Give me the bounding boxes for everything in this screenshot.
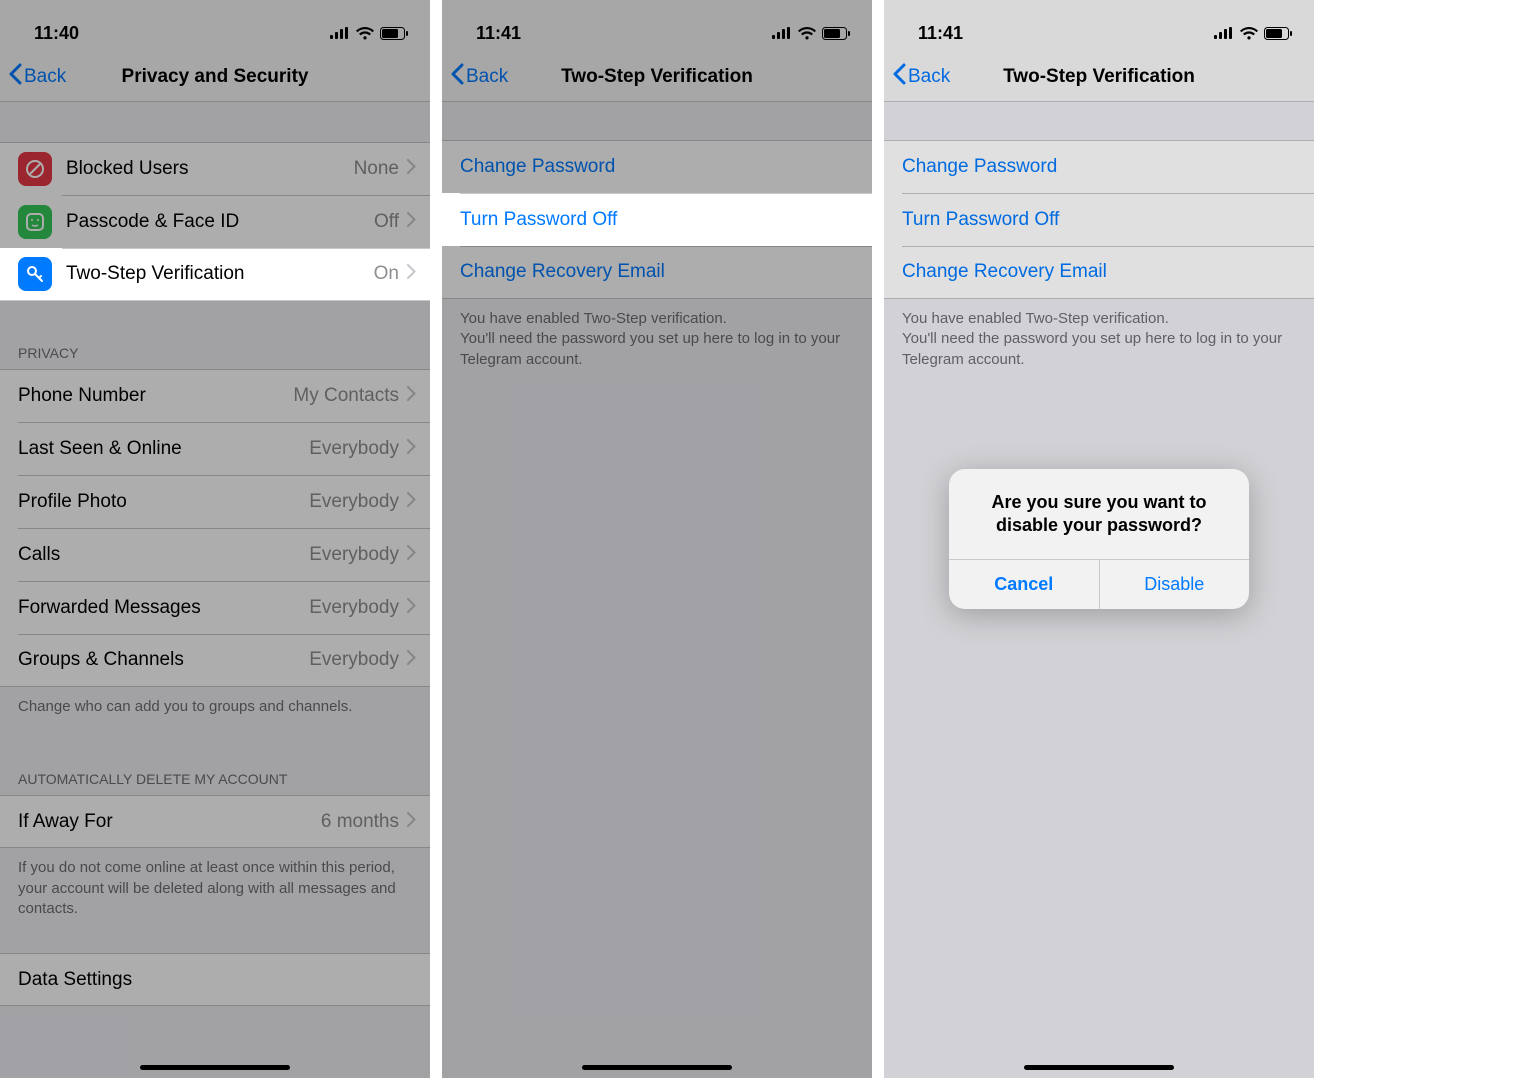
chevron-right-icon <box>407 812 416 832</box>
chevron-right-icon <box>407 264 416 284</box>
group-footer: You have enabled Two-Step verification. … <box>442 299 872 380</box>
cell-value: Everybody <box>309 544 399 566</box>
cellular-signal-icon <box>330 27 350 39</box>
profile-photo-row[interactable]: Profile Photo Everybody <box>0 475 430 528</box>
back-button[interactable]: Back <box>892 63 950 91</box>
status-time: 11:41 <box>918 23 963 44</box>
cell-value: On <box>374 263 399 285</box>
back-button[interactable]: Back <box>450 63 508 91</box>
group-footer: If you do not come online at least once … <box>0 848 430 929</box>
status-bar: 11:40 <box>0 0 430 52</box>
cell-label: Two-Step Verification <box>66 263 374 285</box>
cell-value: Everybody <box>309 649 399 671</box>
back-label: Back <box>466 66 508 88</box>
group-header-privacy: PRIVACY <box>0 337 430 369</box>
cellular-signal-icon <box>1214 27 1234 39</box>
key-icon <box>18 257 52 291</box>
cell-value: Everybody <box>309 597 399 619</box>
home-indicator[interactable] <box>1024 1065 1174 1070</box>
cell-label: Last Seen & Online <box>18 438 309 460</box>
cell-label: Passcode & Face ID <box>66 211 374 233</box>
battery-icon <box>1264 27 1292 40</box>
change-password-row[interactable]: Change Password <box>442 140 872 193</box>
forwarded-messages-row[interactable]: Forwarded Messages Everybody <box>0 581 430 634</box>
back-label: Back <box>24 66 66 88</box>
home-indicator[interactable] <box>582 1065 732 1070</box>
cell-value: Off <box>374 211 399 233</box>
cell-label: Groups & Channels <box>18 649 309 671</box>
status-time: 11:41 <box>476 23 521 44</box>
battery-icon <box>380 27 408 40</box>
turn-password-off-row[interactable]: Turn Password Off <box>884 193 1314 246</box>
cell-label: Change Password <box>460 156 858 178</box>
last-seen-row[interactable]: Last Seen & Online Everybody <box>0 422 430 475</box>
chevron-right-icon <box>407 598 416 618</box>
disable-button[interactable]: Disable <box>1099 560 1250 609</box>
chevron-right-icon <box>407 159 416 179</box>
cancel-button[interactable]: Cancel <box>949 560 1099 609</box>
change-recovery-email-row[interactable]: Change Recovery Email <box>442 246 872 299</box>
chevron-right-icon <box>407 650 416 670</box>
cell-label: Change Recovery Email <box>902 261 1300 283</box>
cellular-signal-icon <box>772 27 792 39</box>
status-time: 11:40 <box>34 23 79 44</box>
chevron-right-icon <box>407 492 416 512</box>
back-button[interactable]: Back <box>8 63 66 91</box>
cell-value: 6 months <box>321 811 399 833</box>
if-away-for-row[interactable]: If Away For 6 months <box>0 795 430 848</box>
cell-label: Turn Password Off <box>460 209 858 231</box>
cell-label: Change Recovery Email <box>460 261 858 283</box>
group-footer: Change who can add you to groups and cha… <box>0 687 430 727</box>
change-password-row[interactable]: Change Password <box>884 140 1314 193</box>
chevron-right-icon <box>407 386 416 406</box>
alert-message: Are you sure you want to disable your pa… <box>949 469 1249 560</box>
status-bar: 11:41 <box>442 0 872 52</box>
cell-label: Data Settings <box>18 969 416 991</box>
phone-number-row[interactable]: Phone Number My Contacts <box>0 369 430 422</box>
wifi-icon <box>1240 27 1258 40</box>
nav-bar: Back Two-Step Verification <box>884 52 1314 102</box>
wifi-icon <box>798 27 816 40</box>
chevron-right-icon <box>407 439 416 459</box>
chevron-right-icon <box>407 212 416 232</box>
calls-row[interactable]: Calls Everybody <box>0 528 430 581</box>
group-header-autodelete: AUTOMATICALLY DELETE MY ACCOUNT <box>0 763 430 795</box>
change-recovery-email-row[interactable]: Change Recovery Email <box>884 246 1314 299</box>
cell-value: Everybody <box>309 438 399 460</box>
confirm-dialog: Are you sure you want to disable your pa… <box>949 469 1249 610</box>
chevron-left-icon <box>892 63 906 91</box>
cell-label: Profile Photo <box>18 491 309 513</box>
chevron-left-icon <box>450 63 464 91</box>
blocked-users-row[interactable]: Blocked Users None <box>0 142 430 195</box>
back-label: Back <box>908 66 950 88</box>
cell-value: Everybody <box>309 491 399 513</box>
faceid-icon <box>18 205 52 239</box>
wifi-icon <box>356 27 374 40</box>
cell-label: Blocked Users <box>66 158 354 180</box>
cell-value: None <box>354 158 399 180</box>
turn-password-off-row[interactable]: Turn Password Off <box>442 193 872 246</box>
battery-icon <box>822 27 850 40</box>
nav-bar: Back Privacy and Security <box>0 52 430 102</box>
data-settings-row[interactable]: Data Settings <box>0 953 430 1006</box>
two-step-verification-row[interactable]: Two-Step Verification On <box>0 248 430 301</box>
cell-label: Phone Number <box>18 385 293 407</box>
block-icon <box>18 152 52 186</box>
passcode-faceid-row[interactable]: Passcode & Face ID Off <box>0 195 430 248</box>
cell-label: Change Password <box>902 156 1300 178</box>
nav-bar: Back Two-Step Verification <box>442 52 872 102</box>
home-indicator[interactable] <box>140 1065 290 1070</box>
groups-channels-row[interactable]: Groups & Channels Everybody <box>0 634 430 687</box>
cell-label: Turn Password Off <box>902 209 1300 231</box>
chevron-right-icon <box>407 545 416 565</box>
cell-label: If Away For <box>18 811 321 833</box>
chevron-left-icon <box>8 63 22 91</box>
cell-label: Forwarded Messages <box>18 597 309 619</box>
status-bar: 11:41 <box>884 0 1314 52</box>
cell-value: My Contacts <box>293 385 399 407</box>
group-footer: You have enabled Two-Step verification. … <box>884 299 1314 380</box>
cell-label: Calls <box>18 544 309 566</box>
